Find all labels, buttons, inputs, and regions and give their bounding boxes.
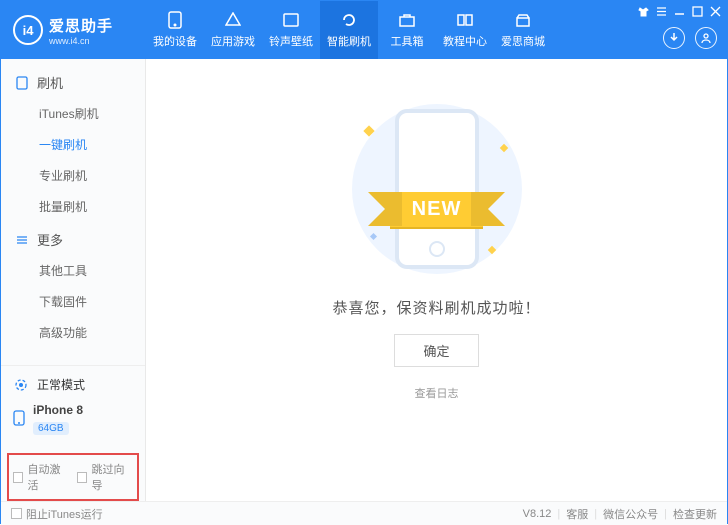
- app-name: 爱思助手: [49, 15, 113, 36]
- book-icon: [456, 11, 474, 29]
- more-section-icon: [15, 233, 29, 247]
- sidebar-item-batch-flash[interactable]: 批量刷机: [1, 191, 145, 222]
- image-icon: [282, 11, 300, 29]
- nav-tutorial[interactable]: 教程中心: [436, 1, 494, 59]
- success-illustration: NEW: [327, 99, 547, 279]
- app-url: www.i4.cn: [49, 36, 113, 46]
- main-panel: NEW 恭喜您，保资料刷机成功啦！ 确定 查看日志: [146, 59, 727, 501]
- sidebar-item-pro-flash[interactable]: 专业刷机: [1, 160, 145, 191]
- chk-block-itunes[interactable]: 阻止iTunes运行: [11, 506, 103, 522]
- sidebar-item-onekey-flash[interactable]: 一键刷机: [1, 129, 145, 160]
- view-log-link[interactable]: 查看日志: [415, 385, 459, 401]
- sidebar-section-flash: 刷机: [1, 65, 145, 98]
- maximize-icon[interactable]: [691, 5, 703, 17]
- support-link[interactable]: 客服: [566, 506, 588, 522]
- sidebar-item-itunes-flash[interactable]: iTunes刷机: [1, 98, 145, 129]
- device-phone-icon: [13, 410, 25, 429]
- toolbox-icon: [398, 11, 416, 29]
- chk-auto-activate[interactable]: 自动激活: [13, 461, 69, 493]
- header-right: [637, 1, 721, 59]
- checkbox-icon: [11, 508, 22, 519]
- flash-options-highlight: 自动激活 跳过向导: [7, 453, 139, 501]
- apps-icon: [224, 11, 242, 29]
- flash-section-icon: [15, 76, 29, 90]
- refresh-icon: [340, 11, 358, 29]
- check-update-link[interactable]: 检查更新: [673, 506, 717, 522]
- minimize-icon[interactable]: [673, 5, 685, 17]
- checkbox-icon: [77, 472, 87, 483]
- logo-block: i4 爱思助手 www.i4.cn: [1, 1, 146, 59]
- nav-app-games[interactable]: 应用游戏: [204, 1, 262, 59]
- nav-store[interactable]: 爱思商城: [494, 1, 552, 59]
- shirt-icon[interactable]: [637, 5, 649, 17]
- chk-skip-guide[interactable]: 跳过向导: [77, 461, 133, 493]
- mode-row[interactable]: 正常模式: [13, 376, 133, 393]
- phone-icon: [166, 11, 184, 29]
- phone-illustration-icon: [395, 109, 479, 269]
- nav-my-devices[interactable]: 我的设备: [146, 1, 204, 59]
- sidebar-section-more: 更多: [1, 222, 145, 255]
- status-bar: 阻止iTunes运行 V8.12 | 客服 | 微信公众号 | 检查更新: [1, 501, 727, 525]
- sidebar-item-advanced[interactable]: 高级功能: [1, 317, 145, 348]
- device-info: iPhone 8 64GB: [33, 403, 83, 435]
- new-ribbon: NEW: [390, 192, 484, 227]
- success-message: 恭喜您，保资料刷机成功啦！: [332, 297, 540, 318]
- mode-status-icon: [13, 377, 29, 393]
- version-label: V8.12: [523, 508, 552, 520]
- nav-smart-flash[interactable]: 智能刷机: [320, 1, 378, 59]
- nav-toolbox[interactable]: 工具箱: [378, 1, 436, 59]
- sidebar-item-other-tools[interactable]: 其他工具: [1, 255, 145, 286]
- window-controls: [637, 5, 721, 17]
- user-icon[interactable]: [695, 27, 717, 49]
- nav-ring-wallpaper[interactable]: 铃声壁纸: [262, 1, 320, 59]
- app-header: i4 爱思助手 www.i4.cn 我的设备 应用游戏 铃声壁纸 智能刷机 工具…: [1, 1, 727, 59]
- sidebar-item-download-fw[interactable]: 下载固件: [1, 286, 145, 317]
- mode-label: 正常模式: [37, 376, 85, 393]
- device-name: iPhone 8: [33, 403, 83, 417]
- header-actions: [663, 27, 721, 55]
- device-row[interactable]: iPhone 8 64GB: [13, 403, 133, 435]
- sidebar-bottom: 正常模式 iPhone 8 64GB: [1, 365, 145, 445]
- store-icon: [514, 11, 532, 29]
- download-icon[interactable]: [663, 27, 685, 49]
- logo-text: 爱思助手 www.i4.cn: [49, 15, 113, 46]
- ok-button[interactable]: 确定: [394, 334, 478, 367]
- menu-icon[interactable]: [655, 5, 667, 17]
- logo-icon: i4: [13, 15, 43, 45]
- device-storage-badge: 64GB: [33, 422, 69, 435]
- wechat-link[interactable]: 微信公众号: [603, 506, 658, 522]
- body: 刷机 iTunes刷机 一键刷机 专业刷机 批量刷机 更多 其他工具 下载固件 …: [1, 59, 727, 501]
- sidebar: 刷机 iTunes刷机 一键刷机 专业刷机 批量刷机 更多 其他工具 下载固件 …: [1, 59, 146, 501]
- checkbox-icon: [13, 472, 23, 483]
- close-icon[interactable]: [709, 5, 721, 17]
